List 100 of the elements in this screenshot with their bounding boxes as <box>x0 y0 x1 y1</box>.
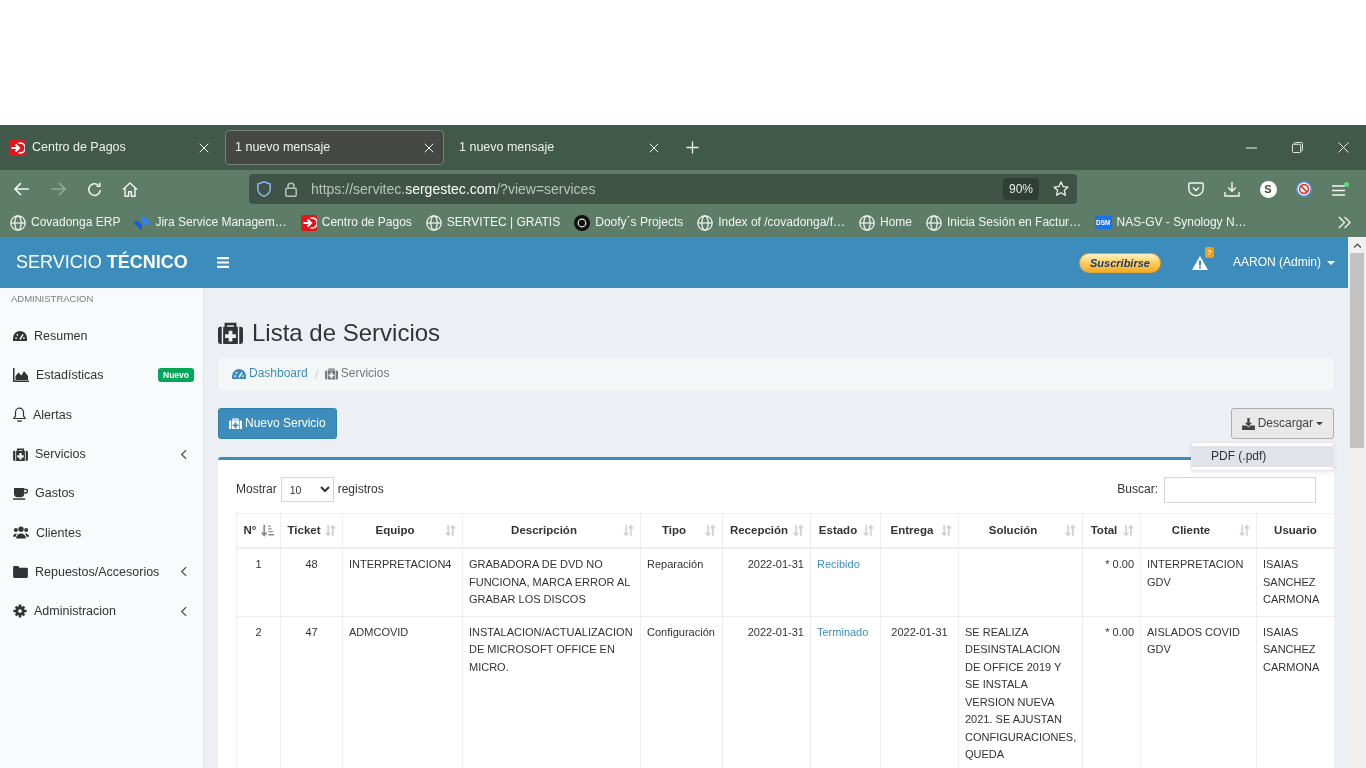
total-amount: * 0.00 <box>1105 625 1134 638</box>
sidebar-item[interactable]: Repuestos/Accesorios <box>0 552 203 592</box>
sidebar-item[interactable]: Estadísticas Nuevo <box>0 355 203 396</box>
prohibited-icon[interactable] <box>1296 181 1312 197</box>
pocket-icon[interactable] <box>1188 181 1204 197</box>
medkit-icon <box>324 368 338 380</box>
new-service-button[interactable]: Nuevo Servicio <box>218 408 337 439</box>
zoom-level[interactable]: 90% <box>1002 178 1039 200</box>
folder-icon <box>13 565 28 578</box>
search-field[interactable] <box>1164 476 1316 503</box>
menu-icon[interactable] <box>1331 181 1349 197</box>
menu-item[interactable]: PDF (.pdf) <box>1192 446 1333 467</box>
scroll-up-icon[interactable] <box>1352 243 1362 248</box>
download-button[interactable]: Descargar <box>1230 408 1334 439</box>
user-name: ISAIAS SANCHEZ CARMONA <box>1263 625 1320 673</box>
status-link[interactable]: Terminado <box>817 625 869 638</box>
bookmark[interactable]: Covadonga ERP <box>6 212 125 233</box>
scrollbar-thumb[interactable] <box>1350 253 1364 448</box>
arrow-left-icon[interactable] <box>14 182 30 196</box>
gauge-icon <box>232 368 246 380</box>
globe-icon <box>425 214 442 231</box>
sort-amount-icon[interactable] <box>261 524 274 537</box>
download-icon <box>1241 417 1255 430</box>
users-icon <box>13 526 29 539</box>
sidebar-item[interactable]: Administracion <box>0 591 203 631</box>
browser-tab[interactable]: 1 nuevo mensaje <box>450 130 669 165</box>
globe-icon <box>926 214 942 231</box>
scrollbar[interactable] <box>1348 237 1366 768</box>
sidebar-item[interactable]: Resumen <box>0 316 203 356</box>
close-icon[interactable] <box>649 142 659 153</box>
section-heading: ADMINISTRACION <box>10 292 95 306</box>
page-length-select[interactable]: 10 <box>280 477 334 502</box>
count-badge: ? <box>1205 246 1214 258</box>
column-header[interactable]: N° <box>236 513 281 548</box>
client-name: AISLADOS COVID GDV <box>1147 625 1240 655</box>
menu-icon[interactable] <box>217 257 229 268</box>
plus-icon[interactable] <box>685 141 699 154</box>
column-header[interactable]: Descripción <box>462 513 641 548</box>
home-icon[interactable] <box>122 181 138 197</box>
description-text: INSTALACION/ACTUALIZACION DE MICROSOFT OFFICE EN MICRO. <box>469 625 633 673</box>
bookmark[interactable]: Doofy´s Projects <box>570 212 688 233</box>
column-header[interactable]: Recepción <box>722 513 811 548</box>
column-header[interactable]: Entrega <box>880 513 959 548</box>
user-menu[interactable]: AARON (Admin) <box>1233 254 1335 271</box>
service-type: Reparación <box>647 558 704 570</box>
double-chevron-icon[interactable] <box>1337 216 1351 229</box>
length-label: Mostrar <box>236 481 277 498</box>
bookmark[interactable]: Index of /covadonga/f… <box>693 212 849 233</box>
equipment-name: ADMCOVID <box>349 625 409 638</box>
reception-date: 2022-01-31 <box>747 558 804 570</box>
gear-icon <box>13 604 27 619</box>
minimize-icon[interactable] <box>1245 146 1257 149</box>
lock-icon[interactable] <box>285 181 297 197</box>
sidebar-item[interactable]: Alertas <box>0 395 203 435</box>
close-icon[interactable] <box>424 142 434 153</box>
app-logo[interactable]: SERVICIO TÉCNICO <box>0 250 204 275</box>
address-bar[interactable]: https://servitec.sergestec.com/?view=services 90% <box>249 174 1077 204</box>
breadcrumb-current: Servicios <box>324 366 390 382</box>
account-avatar[interactable]: S <box>1259 180 1277 198</box>
bookmark[interactable]: Inicia Sesión en Factur… <box>922 212 1086 233</box>
bookmark[interactable]: SERVITEC | GRATIS <box>421 212 565 233</box>
new-badge: Nuevo <box>158 368 194 383</box>
medkit-icon <box>218 322 243 344</box>
reception-date: 2022-01-31 <box>747 625 804 638</box>
warning-icon[interactable] <box>1192 255 1208 270</box>
column-header[interactable]: Cliente <box>1140 513 1257 548</box>
column-header[interactable]: Ticket <box>280 513 343 548</box>
reload-icon[interactable] <box>86 181 102 197</box>
sidebar-item[interactable]: Clientes <box>0 513 203 553</box>
close-icon[interactable] <box>199 142 209 153</box>
sidebar-item[interactable]: Gastos <box>0 473 203 513</box>
sidebar-item[interactable]: Servicios <box>0 434 203 474</box>
column-header[interactable]: Solución <box>958 513 1083 548</box>
browser-tab[interactable]: Centro de Pagos <box>0 130 219 165</box>
browser-tab[interactable]: 1 nuevo mensaje <box>225 130 444 165</box>
restore-icon[interactable] <box>1291 142 1303 153</box>
equipment-name: INTERPRETACION4 <box>349 558 452 570</box>
shield-icon[interactable] <box>257 181 271 197</box>
column-header[interactable]: Tipo <box>640 513 723 548</box>
caret-icon <box>1316 421 1323 426</box>
column-header[interactable]: Equipo <box>342 513 463 548</box>
row-number: 2 <box>255 625 262 638</box>
bookmark[interactable]: Jira Service Managem… <box>130 212 291 233</box>
page-title: Lista de Servicios <box>252 320 441 346</box>
breadcrumb-link[interactable]: Dashboard <box>232 366 308 382</box>
medkit-icon <box>229 417 242 430</box>
bookmark[interactable]: Home <box>855 212 916 233</box>
circle-logo-icon <box>574 214 591 231</box>
row-number: 1 <box>255 558 262 570</box>
close-icon[interactable] <box>1337 142 1349 153</box>
bookmark[interactable]: Centro de Pagos <box>296 212 416 233</box>
subscribe-button[interactable]: Suscribirse <box>1079 252 1161 273</box>
column-header[interactable]: Usuario <box>1256 513 1334 548</box>
star-icon[interactable] <box>1053 181 1069 197</box>
column-header[interactable]: Total <box>1082 513 1141 548</box>
download-icon[interactable] <box>1224 181 1240 197</box>
delivery-date: 2022-01-31 <box>891 625 948 638</box>
status-link[interactable]: Recibido <box>817 558 860 570</box>
description-text: GRABADORA DE DVD NO FUNCIONA, MARCA ERROR AL GRABAR LOS DISCOS <box>469 558 630 605</box>
column-header[interactable]: Estado <box>810 513 881 548</box>
